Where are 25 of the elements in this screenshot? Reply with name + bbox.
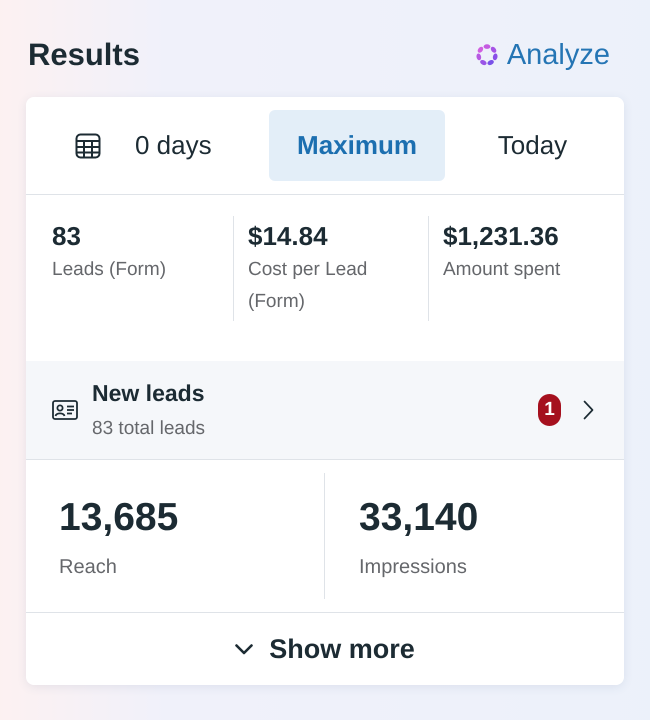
section-title: Results xyxy=(27,36,140,74)
date-range-tab[interactable]: 0 days xyxy=(62,110,253,181)
analyze-link[interactable]: Analyze xyxy=(474,35,624,75)
metric-value: $14.84 xyxy=(248,220,328,253)
chevron-down-icon xyxy=(235,644,254,654)
stat-label: Reach xyxy=(59,555,117,580)
stat-value: 33,140 xyxy=(359,495,478,541)
metric-value: 83 xyxy=(52,220,81,253)
stat-label: Impressions xyxy=(359,555,467,580)
metric-label: Amount spent xyxy=(443,258,560,282)
metric-label: Cost per Lead (Form) xyxy=(248,258,368,314)
chevron-right-icon xyxy=(583,400,594,420)
new-leads-title: New leads xyxy=(92,379,204,408)
grid-icon xyxy=(75,132,101,158)
flower-dots-icon xyxy=(474,43,499,67)
notification-badge: 1 xyxy=(538,394,561,426)
new-leads-row[interactable]: New leads 83 total leads 1 xyxy=(26,361,624,460)
metric-value: $1,231.36 xyxy=(443,220,559,253)
stat-value: 13,685 xyxy=(59,495,178,541)
show-more-button[interactable]: Show more xyxy=(227,613,423,685)
period-tab[interactable]: Today xyxy=(461,110,604,181)
period-tab[interactable]: Maximum xyxy=(269,110,445,181)
metric-label: Leads (Form) xyxy=(52,258,166,282)
id-card-icon xyxy=(52,400,78,420)
new-leads-subtitle: 83 total leads xyxy=(92,417,206,441)
